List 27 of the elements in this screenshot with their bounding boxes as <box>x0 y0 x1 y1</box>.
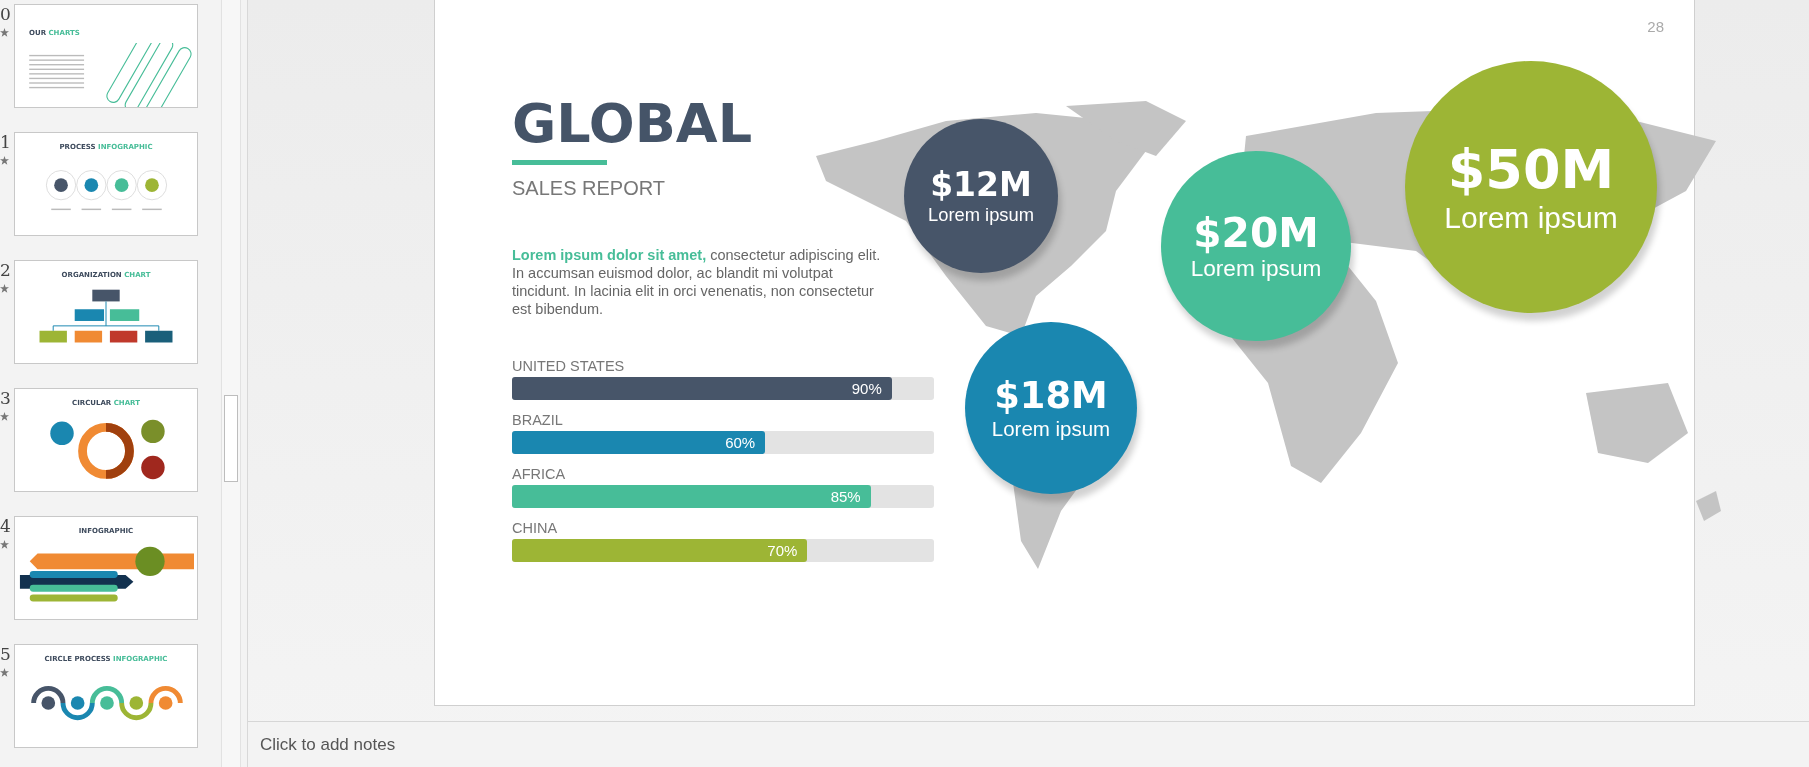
progress-fill: 85% <box>512 485 871 508</box>
slide-number: 3 <box>0 388 11 408</box>
bar-label: BRAZIL <box>512 412 564 428</box>
progress-fill: 70% <box>512 539 808 562</box>
bar-label: CHINA <box>512 520 559 536</box>
amount-value: $18M <box>994 374 1108 418</box>
scrollbar-thumb[interactable] <box>224 395 238 482</box>
slide-number: 2 <box>0 260 11 280</box>
amount-caption: Lorem ipsum <box>1190 256 1322 283</box>
progress-fill: 60% <box>512 431 766 454</box>
slide-number: 0 <box>0 4 11 24</box>
slide-number: 1 <box>0 132 11 152</box>
amount-value: $12M <box>930 166 1032 204</box>
bar-label: UNITED STATES <box>512 358 626 374</box>
bar-label: AFRICA <box>512 466 567 482</box>
slide-subtitle: SALES REPORT <box>512 177 667 200</box>
amount-value: $50M <box>1447 138 1615 202</box>
progress-fill: 90% <box>512 377 892 400</box>
amount-caption: Lorem ipsum <box>928 203 1034 226</box>
slide-number: 4 <box>0 516 11 536</box>
amount-caption: Lorem ipsum <box>1444 201 1618 236</box>
slide-title: GLOBAL <box>512 92 754 156</box>
body-paragraph: Lorem ipsum dolor sit amet, consectetur adipiscing elit. In accumsan euismod dolor, ac blandit mi volutpat tincidunt. In lacinia elit in orci venenatis, non consectetur est bibendum. <box>512 246 882 318</box>
amount-caption: Lorem ipsum <box>991 417 1111 442</box>
amount-value: $20M <box>1193 209 1319 257</box>
page-number: 28 <box>1647 18 1664 35</box>
slide-number: 5 <box>0 644 11 664</box>
